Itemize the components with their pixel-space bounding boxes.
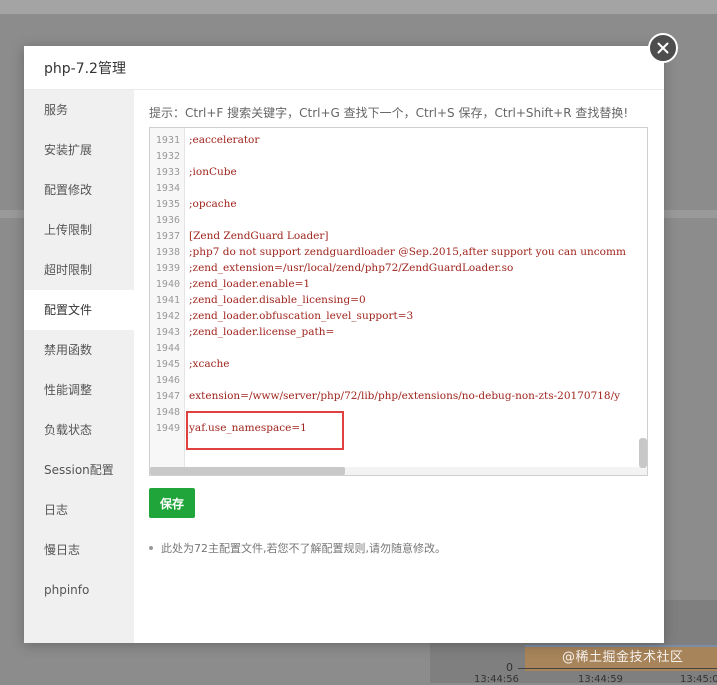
watermark: @稀土掘金技术社区 — [562, 650, 684, 665]
sidebar-item-slow-log[interactable]: 慢日志 — [24, 530, 134, 570]
code-line: 1948 — [150, 404, 180, 420]
code-line: 1933 ;ionCube — [150, 164, 237, 180]
line-number: 1937 — [155, 231, 180, 242]
sidebar-item-config-edit[interactable]: 配置修改 — [24, 170, 134, 210]
config-note-text: 此处为72主配置文件,若您不了解配置规则,请勿随意修改。 — [161, 542, 446, 555]
line-number: 1936 — [155, 215, 180, 226]
line-number: 1942 — [155, 311, 180, 322]
code-line-text: extension=/www/server/php/72/lib/php/ext… — [189, 390, 621, 402]
editor-tip: 提示：Ctrl+F 搜索关键字，Ctrl+G 查找下一个，Ctrl+S 保存，C… — [149, 106, 629, 120]
code-line-text: ;php7 do not support zendguardloader @Se… — [189, 246, 626, 258]
code-line: 1945 ;xcache — [150, 356, 230, 372]
code-line: 1944 — [150, 340, 180, 356]
code-line: 1937 [Zend ZendGuard Loader] — [150, 228, 329, 244]
line-number: 1931 — [155, 135, 180, 146]
line-number: 1933 — [155, 167, 180, 178]
code-line-text: ;xcache — [189, 358, 230, 370]
code-line-text: ;opcache — [189, 198, 237, 210]
sidebar-item-disabled-functions[interactable]: 禁用函数 — [24, 330, 134, 370]
code-line-text: ;zend_loader.enable=1 — [189, 278, 311, 290]
code-line: 1936 — [150, 212, 180, 228]
line-number: 1943 — [155, 327, 180, 338]
code-line: 1934 — [150, 180, 180, 196]
code-line: 1946 — [150, 372, 180, 388]
close-button[interactable] — [648, 33, 678, 63]
modal-title: php-7.2管理 — [44, 60, 126, 77]
code-line-text: ;zend_extension=/usr/local/zend/php72/Ze… — [189, 262, 514, 274]
vertical-scrollbar[interactable] — [637, 128, 647, 475]
highlight-annotation — [186, 411, 344, 450]
code-line: 1941 ;zend_loader.disable_licensing=0 — [150, 292, 366, 308]
code-editor[interactable]: 1931 ;eaccelerator 1932 1933 ;ionCube 1934 193… — [149, 127, 648, 476]
line-number: 1947 — [155, 391, 180, 402]
code-line: 1940 ;zend_loader.enable=1 — [150, 276, 310, 292]
code-line-text: ;ionCube — [189, 166, 237, 178]
code-line: 1947 extension=/www/server/php/72/lib/php… — [150, 388, 620, 404]
line-number: 1944 — [155, 343, 180, 354]
php-manager-modal: php-7.2管理 服务 安装扩展 配置修改 上传限制 超时限制 配置文件 禁用… — [24, 46, 664, 643]
line-number: 1940 — [155, 279, 180, 290]
close-icon — [657, 42, 669, 54]
code-line: 1932 — [150, 148, 180, 164]
sidebar-item-upload-limit[interactable]: 上传限制 — [24, 210, 134, 250]
code-line-text: ;zend_loader.obfuscation_level_support=3 — [189, 310, 414, 322]
sidebar-item-load-status[interactable]: 负载状态 — [24, 410, 134, 450]
sidebar-item-log[interactable]: 日志 — [24, 490, 134, 530]
code-line: 1938 ;php7 do not support zendguardloader… — [150, 244, 626, 260]
config-file-panel: 提示：Ctrl+F 搜索关键字，Ctrl+G 查找下一个，Ctrl+S 保存，C… — [134, 90, 664, 643]
sidebar-item-phpinfo[interactable]: phpinfo — [24, 570, 134, 610]
line-number: 1938 — [155, 247, 180, 258]
background-axis-tick: 13:44:59 — [578, 674, 623, 685]
code-line: 1935 ;opcache — [150, 196, 237, 212]
code-line-text: ;eaccelerator — [189, 134, 260, 146]
line-number: 1948 — [155, 407, 180, 418]
sidebar-item-install-extension[interactable]: 安装扩展 — [24, 130, 134, 170]
background-axis-tick: 13:44:56 — [474, 674, 519, 685]
code-line: 1949 yaf.use_namespace=1 — [150, 420, 307, 436]
code-line-text: [Zend ZendGuard Loader] — [189, 230, 329, 242]
horizontal-scrollbar[interactable] — [150, 467, 647, 475]
line-number: 1934 — [155, 183, 180, 194]
bullet-icon — [149, 546, 153, 550]
code-line: 1939 ;zend_extension=/usr/local/zend/php7… — [150, 260, 513, 276]
line-number: 1939 — [155, 263, 180, 274]
vertical-scrollbar-thumb[interactable] — [639, 438, 647, 468]
code-line-text: ;zend_loader.disable_licensing=0 — [189, 294, 366, 306]
sidebar-item-performance[interactable]: 性能调整 — [24, 370, 134, 410]
background-header — [0, 0, 717, 14]
line-number: 1932 — [155, 151, 180, 162]
background-axis-zero: 0 — [506, 661, 513, 674]
sidebar-item-session-config[interactable]: Session配置 — [24, 450, 134, 490]
line-number: 1946 — [155, 375, 180, 386]
background-axis-tick: 13:45:02 — [680, 674, 717, 685]
sidebar-item-service[interactable]: 服务 — [24, 90, 134, 130]
modal-header: php-7.2管理 — [24, 46, 664, 90]
save-button[interactable]: 保存 — [149, 488, 195, 518]
background-chart-axis — [518, 668, 717, 669]
line-number: 1935 — [155, 199, 180, 210]
sidebar-item-config-file[interactable]: 配置文件 — [24, 290, 134, 330]
code-line-text: ;zend_loader.license_path= — [189, 326, 335, 338]
code-line: 1931 ;eaccelerator — [150, 132, 260, 148]
line-number: 1941 — [155, 295, 180, 306]
code-line: 1943 ;zend_loader.license_path= — [150, 324, 334, 340]
horizontal-scrollbar-thumb[interactable] — [150, 467, 345, 475]
line-number: 1945 — [155, 359, 180, 370]
line-number: 1949 — [155, 423, 180, 434]
config-note: 此处为72主配置文件,若您不了解配置规则,请勿随意修改。 — [149, 540, 446, 556]
sidebar-item-timeout-limit[interactable]: 超时限制 — [24, 250, 134, 290]
modal-sidebar: 服务 安装扩展 配置修改 上传限制 超时限制 配置文件 禁用函数 性能调整 负载… — [24, 90, 134, 643]
code-line: 1942 ;zend_loader.obfuscation_level_suppo… — [150, 308, 413, 324]
